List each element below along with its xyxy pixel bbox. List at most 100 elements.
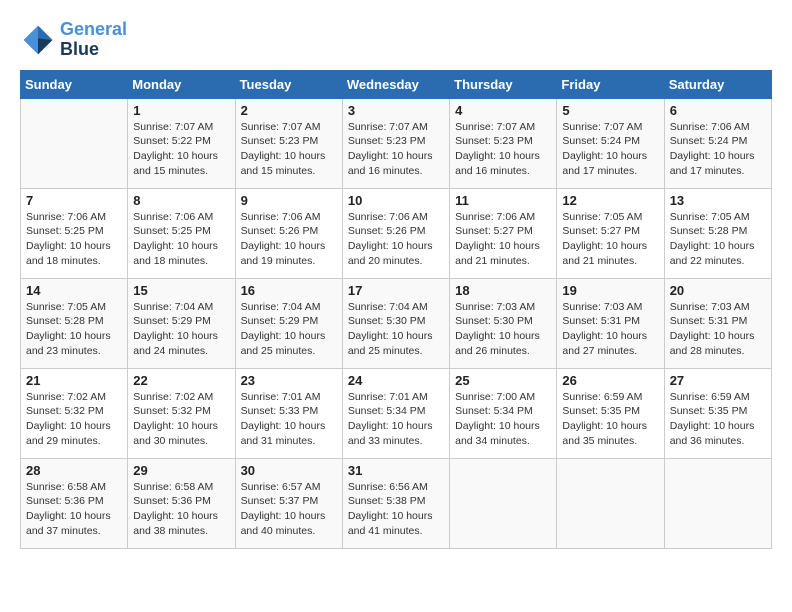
day-number: 4 [455,103,551,118]
day-info: Sunrise: 7:01 AMSunset: 5:33 PMDaylight:… [241,390,337,449]
day-info: Sunrise: 7:07 AMSunset: 5:23 PMDaylight:… [241,120,337,179]
calendar-cell: 25 Sunrise: 7:00 AMSunset: 5:34 PMDayligh… [450,368,557,458]
calendar-cell: 23 Sunrise: 7:01 AMSunset: 5:33 PMDayligh… [235,368,342,458]
day-number: 9 [241,193,337,208]
calendar-cell: 6Sunrise: 7:06 AMSunset: 5:24 PMDaylight… [664,98,771,188]
day-number: 8 [133,193,229,208]
calendar-cell: 21 Sunrise: 7:02 AMSunset: 5:32 PMDayligh… [21,368,128,458]
calendar-cell: 27 Sunrise: 6:59 AMSunset: 5:35 PMDayligh… [664,368,771,458]
logo: General Blue [20,20,127,60]
day-info: Sunrise: 7:00 AMSunset: 5:34 PMDaylight:… [455,390,551,449]
day-info: Sunrise: 7:02 AMSunset: 5:32 PMDaylight:… [26,390,122,449]
day-info: Sunrise: 6:58 AMSunset: 5:36 PMDaylight:… [133,480,229,539]
calendar-cell: 12 Sunrise: 7:05 AMSunset: 5:27 PMDayligh… [557,188,664,278]
day-info: Sunrise: 7:05 AMSunset: 5:27 PMDaylight:… [562,210,658,269]
day-number: 25 [455,373,551,388]
header-cell-saturday: Saturday [664,70,771,98]
calendar-cell: 11Sunrise: 7:06 AMSunset: 5:27 PMDayligh… [450,188,557,278]
calendar-cell: 16 Sunrise: 7:04 AMSunset: 5:29 PMDayligh… [235,278,342,368]
calendar-cell: 31 Sunrise: 6:56 AMSunset: 5:38 PMDayligh… [342,458,449,548]
day-number: 12 [562,193,658,208]
header-cell-wednesday: Wednesday [342,70,449,98]
day-info: Sunrise: 7:03 AMSunset: 5:30 PMDaylight:… [455,300,551,359]
day-number: 26 [562,373,658,388]
day-number: 3 [348,103,444,118]
calendar-cell: 26 Sunrise: 6:59 AMSunset: 5:35 PMDayligh… [557,368,664,458]
day-number: 21 [26,373,122,388]
day-number: 1 [133,103,229,118]
day-info: Sunrise: 7:07 AMSunset: 5:23 PMDaylight:… [455,120,551,179]
day-number: 28 [26,463,122,478]
header-cell-friday: Friday [557,70,664,98]
calendar-cell: 29Sunrise: 6:58 AMSunset: 5:36 PMDayligh… [128,458,235,548]
day-info: Sunrise: 6:58 AMSunset: 5:36 PMDaylight:… [26,480,122,539]
header-row: SundayMondayTuesdayWednesdayThursdayFrid… [21,70,772,98]
day-info: Sunrise: 6:56 AMSunset: 5:38 PMDaylight:… [348,480,444,539]
day-info: Sunrise: 7:06 AMSunset: 5:27 PMDaylight:… [455,210,551,269]
calendar-cell: 30 Sunrise: 6:57 AMSunset: 5:37 PMDayligh… [235,458,342,548]
day-number: 15 [133,283,229,298]
calendar-cell: 1Sunrise: 7:07 AMSunset: 5:22 PMDaylight… [128,98,235,188]
day-number: 31 [348,463,444,478]
logo-text: General Blue [60,20,127,60]
calendar-cell: 7 Sunrise: 7:06 AMSunset: 5:25 PMDaylight… [21,188,128,278]
day-number: 19 [562,283,658,298]
calendar-cell [21,98,128,188]
week-row-3: 21 Sunrise: 7:02 AMSunset: 5:32 PMDayligh… [21,368,772,458]
day-number: 6 [670,103,766,118]
week-row-0: 1Sunrise: 7:07 AMSunset: 5:22 PMDaylight… [21,98,772,188]
calendar-cell: 4 Sunrise: 7:07 AMSunset: 5:23 PMDaylight… [450,98,557,188]
day-number: 30 [241,463,337,478]
day-info: Sunrise: 7:03 AMSunset: 5:31 PMDaylight:… [670,300,766,359]
header-cell-monday: Monday [128,70,235,98]
calendar-cell: 9Sunrise: 7:06 AMSunset: 5:26 PMDaylight… [235,188,342,278]
day-number: 10 [348,193,444,208]
calendar-cell: 18 Sunrise: 7:03 AMSunset: 5:30 PMDayligh… [450,278,557,368]
day-number: 27 [670,373,766,388]
day-info: Sunrise: 6:57 AMSunset: 5:37 PMDaylight:… [241,480,337,539]
day-info: Sunrise: 7:01 AMSunset: 5:34 PMDaylight:… [348,390,444,449]
calendar-cell: 3 Sunrise: 7:07 AMSunset: 5:23 PMDaylight… [342,98,449,188]
day-number: 13 [670,193,766,208]
day-info: Sunrise: 7:06 AMSunset: 5:26 PMDaylight:… [348,210,444,269]
day-number: 16 [241,283,337,298]
day-info: Sunrise: 7:05 AMSunset: 5:28 PMDaylight:… [26,300,122,359]
day-info: Sunrise: 7:05 AMSunset: 5:28 PMDaylight:… [670,210,766,269]
day-number: 18 [455,283,551,298]
day-info: Sunrise: 7:04 AMSunset: 5:30 PMDaylight:… [348,300,444,359]
calendar-cell [664,458,771,548]
header-cell-thursday: Thursday [450,70,557,98]
day-info: Sunrise: 7:02 AMSunset: 5:32 PMDaylight:… [133,390,229,449]
calendar-cell: 2 Sunrise: 7:07 AMSunset: 5:23 PMDaylight… [235,98,342,188]
day-info: Sunrise: 7:06 AMSunset: 5:25 PMDaylight:… [26,210,122,269]
day-number: 7 [26,193,122,208]
week-row-4: 28 Sunrise: 6:58 AMSunset: 5:36 PMDayligh… [21,458,772,548]
calendar-cell: 5Sunrise: 7:07 AMSunset: 5:24 PMDaylight… [557,98,664,188]
day-number: 23 [241,373,337,388]
calendar-header: SundayMondayTuesdayWednesdayThursdayFrid… [21,70,772,98]
day-number: 2 [241,103,337,118]
calendar-cell: 13 Sunrise: 7:05 AMSunset: 5:28 PMDayligh… [664,188,771,278]
day-info: Sunrise: 7:04 AMSunset: 5:29 PMDaylight:… [241,300,337,359]
day-info: Sunrise: 6:59 AMSunset: 5:35 PMDaylight:… [562,390,658,449]
day-number: 22 [133,373,229,388]
calendar-cell: 17Sunrise: 7:04 AMSunset: 5:30 PMDayligh… [342,278,449,368]
week-row-1: 7 Sunrise: 7:06 AMSunset: 5:25 PMDaylight… [21,188,772,278]
calendar-cell: 8 Sunrise: 7:06 AMSunset: 5:25 PMDaylight… [128,188,235,278]
day-info: Sunrise: 7:06 AMSunset: 5:25 PMDaylight:… [133,210,229,269]
calendar-cell: 28 Sunrise: 6:58 AMSunset: 5:36 PMDayligh… [21,458,128,548]
day-number: 5 [562,103,658,118]
day-info: Sunrise: 7:07 AMSunset: 5:23 PMDaylight:… [348,120,444,179]
calendar-body: 1Sunrise: 7:07 AMSunset: 5:22 PMDaylight… [21,98,772,548]
calendar-cell [450,458,557,548]
day-info: Sunrise: 6:59 AMSunset: 5:35 PMDaylight:… [670,390,766,449]
week-row-2: 14 Sunrise: 7:05 AMSunset: 5:28 PMDayligh… [21,278,772,368]
day-number: 14 [26,283,122,298]
calendar-cell: 20 Sunrise: 7:03 AMSunset: 5:31 PMDayligh… [664,278,771,368]
day-info: Sunrise: 7:04 AMSunset: 5:29 PMDaylight:… [133,300,229,359]
calendar-cell: 10 Sunrise: 7:06 AMSunset: 5:26 PMDayligh… [342,188,449,278]
calendar-cell: 19Sunrise: 7:03 AMSunset: 5:31 PMDayligh… [557,278,664,368]
calendar-cell: 14 Sunrise: 7:05 AMSunset: 5:28 PMDayligh… [21,278,128,368]
calendar-cell [557,458,664,548]
day-number: 20 [670,283,766,298]
